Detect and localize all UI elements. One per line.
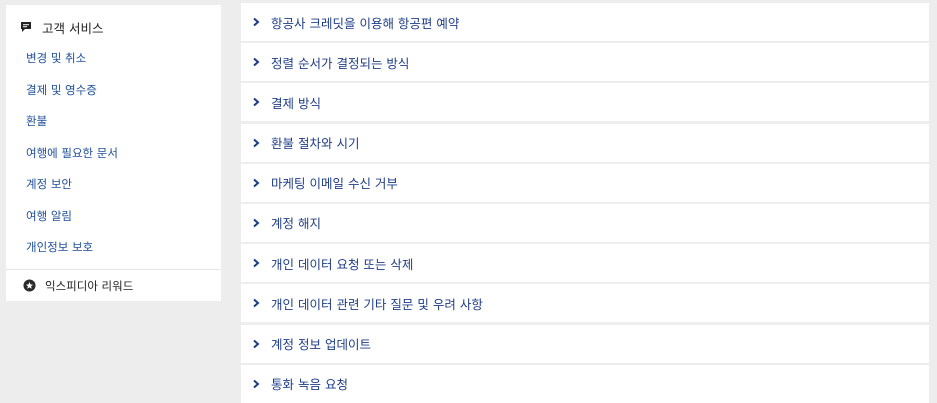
sidebar-item-travel-alerts[interactable]: 여행 알림 bbox=[6, 201, 221, 233]
chevron-right-icon bbox=[253, 138, 260, 147]
sidebar-item-payment-receipts[interactable]: 결제 및 영수증 bbox=[6, 75, 221, 107]
chevron-right-icon bbox=[253, 258, 260, 268]
sidebar-item-privacy[interactable]: 개인정보 보호 bbox=[6, 232, 221, 264]
rewards-label: 익스피디아 리워드 bbox=[45, 278, 134, 293]
faq-item[interactable]: 개인 데이터 요청 또는 삭제 bbox=[241, 244, 929, 283]
chevron-right-icon bbox=[253, 17, 260, 27]
sidebar-item-change-cancel[interactable]: 변경 및 취소 bbox=[6, 43, 221, 75]
sidebar-item-travel-documents[interactable]: 여행에 필요한 문서 bbox=[6, 138, 221, 170]
faq-list: 항공사 크레딧을 이용해 항공편 예약 정렬 순서가 결정되는 방식 결제 방식… bbox=[241, 3, 929, 403]
faq-item-label: 개인 데이터 관련 기타 질문 및 우려 사항 bbox=[271, 296, 483, 312]
sidebar-header-label: 고객 서비스 bbox=[42, 20, 104, 36]
faq-item-label: 정렬 순서가 결정되는 방식 bbox=[271, 55, 410, 71]
faq-item-label: 항공사 크레딧을 이용해 항공편 예약 bbox=[271, 15, 460, 31]
chevron-right-icon bbox=[253, 379, 260, 388]
faq-item[interactable]: 정렬 순서가 결정되는 방식 bbox=[241, 43, 929, 82]
faq-item[interactable]: 개인 데이터 관련 기타 질문 및 우려 사항 bbox=[241, 284, 929, 323]
faq-item-label: 통화 녹음 요청 bbox=[271, 377, 348, 393]
chat-bubble-icon bbox=[21, 22, 31, 32]
faq-item[interactable]: 결제 방식 bbox=[241, 83, 929, 122]
faq-item[interactable]: 항공사 크레딧을 이용해 항공편 예약 bbox=[241, 3, 929, 41]
chevron-right-icon bbox=[253, 178, 260, 188]
faq-item-label: 결제 방식 bbox=[271, 95, 321, 111]
sidebar-header-customer-service[interactable]: 고객 서비스 bbox=[20, 15, 103, 39]
faq-item[interactable]: 환불 절차와 시기 bbox=[241, 123, 929, 162]
faq-item[interactable]: 계정 해지 bbox=[241, 203, 929, 242]
sidebar: 고객 서비스 변경 및 취소 결제 및 영수증 환불 여행에 필요한 문서 계정… bbox=[6, 5, 221, 301]
faq-item[interactable]: 계정 정보 업데이트 bbox=[241, 324, 929, 363]
rewards-icon bbox=[23, 279, 36, 292]
sidebar-item-refunds[interactable]: 환불 bbox=[6, 106, 221, 138]
faq-item-label: 계정 정보 업데이트 bbox=[271, 337, 371, 352]
chevron-right-icon bbox=[253, 339, 260, 348]
faq-item-label: 계정 해지 bbox=[271, 216, 321, 232]
faq-item[interactable]: 마케팅 이메일 수신 거부 bbox=[241, 163, 929, 202]
chevron-right-icon bbox=[253, 218, 260, 228]
faq-item-label: 마케팅 이메일 수신 거부 bbox=[271, 176, 398, 192]
chevron-right-icon bbox=[253, 299, 260, 308]
sidebar-item-account-security[interactable]: 계정 보안 bbox=[6, 169, 221, 201]
sidebar-list: 변경 및 취소 결제 및 영수증 환불 여행에 필요한 문서 계정 보안 여행 … bbox=[6, 43, 221, 264]
faq-item-label: 개인 데이터 요청 또는 삭제 bbox=[271, 256, 414, 272]
faq-item-label: 환불 절차와 시기 bbox=[271, 136, 360, 152]
sidebar-item-expedia-rewards[interactable]: 익스피디아 리워드 bbox=[6, 269, 221, 301]
chevron-right-icon bbox=[253, 57, 260, 67]
chevron-right-icon bbox=[253, 98, 260, 107]
faq-item[interactable]: 통화 녹음 요청 bbox=[241, 364, 929, 403]
